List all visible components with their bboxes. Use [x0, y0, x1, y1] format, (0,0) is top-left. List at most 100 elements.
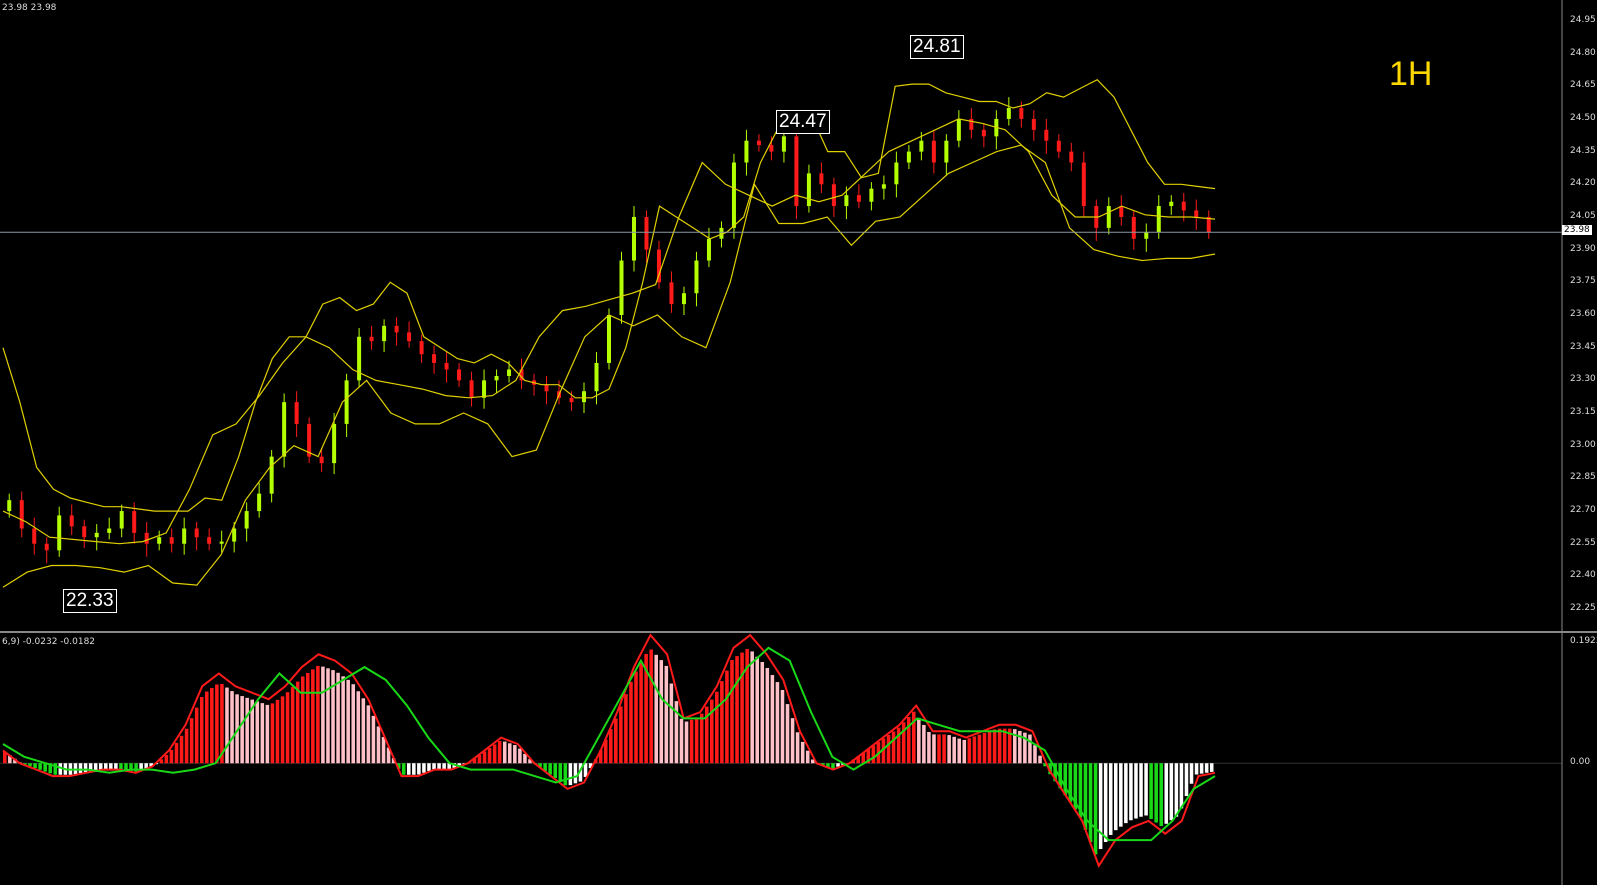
- candle-body: [344, 380, 349, 424]
- candle-body: [781, 136, 786, 152]
- price-tick-label: 24.20: [1570, 178, 1596, 189]
- price-tick-label: 24.35: [1570, 145, 1596, 156]
- macd-histogram-bar: [568, 763, 573, 786]
- macd-histogram-bar: [210, 687, 214, 764]
- candle-body: [394, 325, 399, 333]
- candle-body: [619, 260, 624, 315]
- candle-body: [369, 336, 374, 342]
- macd-histogram-bar: [871, 745, 876, 764]
- macd-histogram-bar: [805, 750, 810, 764]
- macd-histogram-bar: [689, 719, 694, 764]
- macd-histogram-bar: [1149, 763, 1153, 820]
- macd-histogram-bar: [255, 701, 260, 764]
- candle-body: [706, 238, 711, 261]
- candle-body: [819, 173, 824, 185]
- macd-histogram-bar: [669, 683, 674, 764]
- candle-body: [831, 184, 836, 207]
- macd-histogram-bar: [992, 729, 997, 764]
- macd-histogram-bar: [114, 763, 118, 770]
- macd-histogram-bar: [614, 718, 618, 764]
- macd-histogram-bar: [98, 763, 103, 770]
- macd-histogram-bar: [502, 741, 507, 764]
- macd-histogram-bar: [775, 682, 780, 764]
- macd-histogram-bar: [119, 763, 123, 770]
- macd-histogram-bar: [1154, 763, 1158, 823]
- macd-histogram-bar: [659, 660, 664, 764]
- macd-histogram-bar: [346, 679, 350, 764]
- macd-histogram-bar: [583, 763, 588, 777]
- candle-body: [981, 129, 986, 137]
- macd-histogram-bar: [225, 687, 229, 764]
- macd-histogram-bar: [725, 670, 729, 764]
- candle-body: [407, 332, 412, 342]
- timeframe-label: 1H: [1389, 55, 1433, 93]
- macd-histogram-bar: [987, 731, 992, 764]
- candle-body: [7, 500, 12, 512]
- candle-body: [319, 456, 324, 464]
- candle-body: [756, 140, 761, 146]
- macd-histogram-bar: [295, 681, 300, 764]
- macd-histogram-bar: [366, 705, 371, 764]
- macd-histogram-bar: [1028, 734, 1032, 764]
- candle-body: [194, 528, 199, 538]
- macd-histogram-bar: [215, 684, 219, 764]
- candle-body: [806, 173, 811, 207]
- macd-histogram-bar: [780, 689, 785, 764]
- candle-body: [544, 384, 549, 392]
- macd-histogram-bar: [124, 763, 128, 770]
- candle-body: [944, 140, 949, 163]
- candle-body: [1056, 140, 1061, 152]
- candle-body: [382, 325, 387, 342]
- macd-histogram-bar: [306, 672, 310, 764]
- macd-histogram-bar: [78, 763, 83, 774]
- candle-body: [232, 528, 237, 542]
- price-tick-label: 24.50: [1570, 112, 1596, 123]
- macd-histogram-bar: [922, 724, 926, 764]
- candle-body: [569, 397, 574, 403]
- macd-histogram-bar: [497, 740, 502, 764]
- macd-histogram-bar: [518, 748, 522, 764]
- macd-histogram-bar: [1184, 763, 1189, 797]
- macd-histogram-bar: [321, 666, 325, 764]
- candle-body: [94, 532, 99, 538]
- price-tick-label: 23.30: [1570, 374, 1596, 385]
- macd-histogram-bar: [275, 699, 280, 764]
- price-tick-label: 24.65: [1570, 80, 1596, 91]
- macd-histogram-bar: [407, 763, 411, 775]
- macd-histogram-bar: [715, 691, 719, 764]
- candle-body: [207, 537, 212, 544]
- macd-histogram-bar: [694, 717, 699, 764]
- macd-histogram-bar: [563, 763, 568, 786]
- macd-histogram-bar: [230, 691, 234, 764]
- macd-histogram-bar: [341, 676, 345, 764]
- candle-body: [1119, 206, 1124, 217]
- macd-histogram-bar: [1134, 763, 1138, 819]
- candle-body: [494, 376, 499, 381]
- macd-histogram-bar: [932, 734, 936, 764]
- macd-histogram-bar: [553, 763, 557, 779]
- macd-histogram-bar: [1179, 763, 1184, 809]
- macd-histogram-bar: [740, 652, 744, 764]
- macd-histogram-bar: [336, 672, 340, 764]
- macd-histogram-bar: [972, 736, 977, 764]
- macd-histogram-bar: [205, 691, 209, 764]
- candle-body: [1069, 151, 1074, 163]
- candle-body: [1106, 206, 1111, 228]
- macd-histogram-bar: [351, 684, 355, 764]
- macd-histogram-bar: [290, 686, 295, 764]
- macd-histogram-bar: [109, 763, 113, 770]
- candle-body: [669, 282, 674, 305]
- macd-histogram-bar: [770, 675, 775, 764]
- candle-body: [956, 118, 961, 141]
- macd-histogram-bar: [1209, 763, 1214, 772]
- price-tick-label: 23.00: [1570, 439, 1596, 450]
- macd-histogram-bar: [1033, 745, 1037, 764]
- macd-histogram-bar: [1129, 763, 1133, 821]
- candle-body: [881, 184, 886, 189]
- candle-body: [144, 532, 149, 544]
- macd-histogram-bar: [1159, 763, 1163, 827]
- macd-histogram-bar: [184, 728, 189, 764]
- candle-body: [107, 528, 112, 533]
- macd-histogram-bar: [1088, 763, 1093, 843]
- macd-histogram-bar: [245, 697, 249, 764]
